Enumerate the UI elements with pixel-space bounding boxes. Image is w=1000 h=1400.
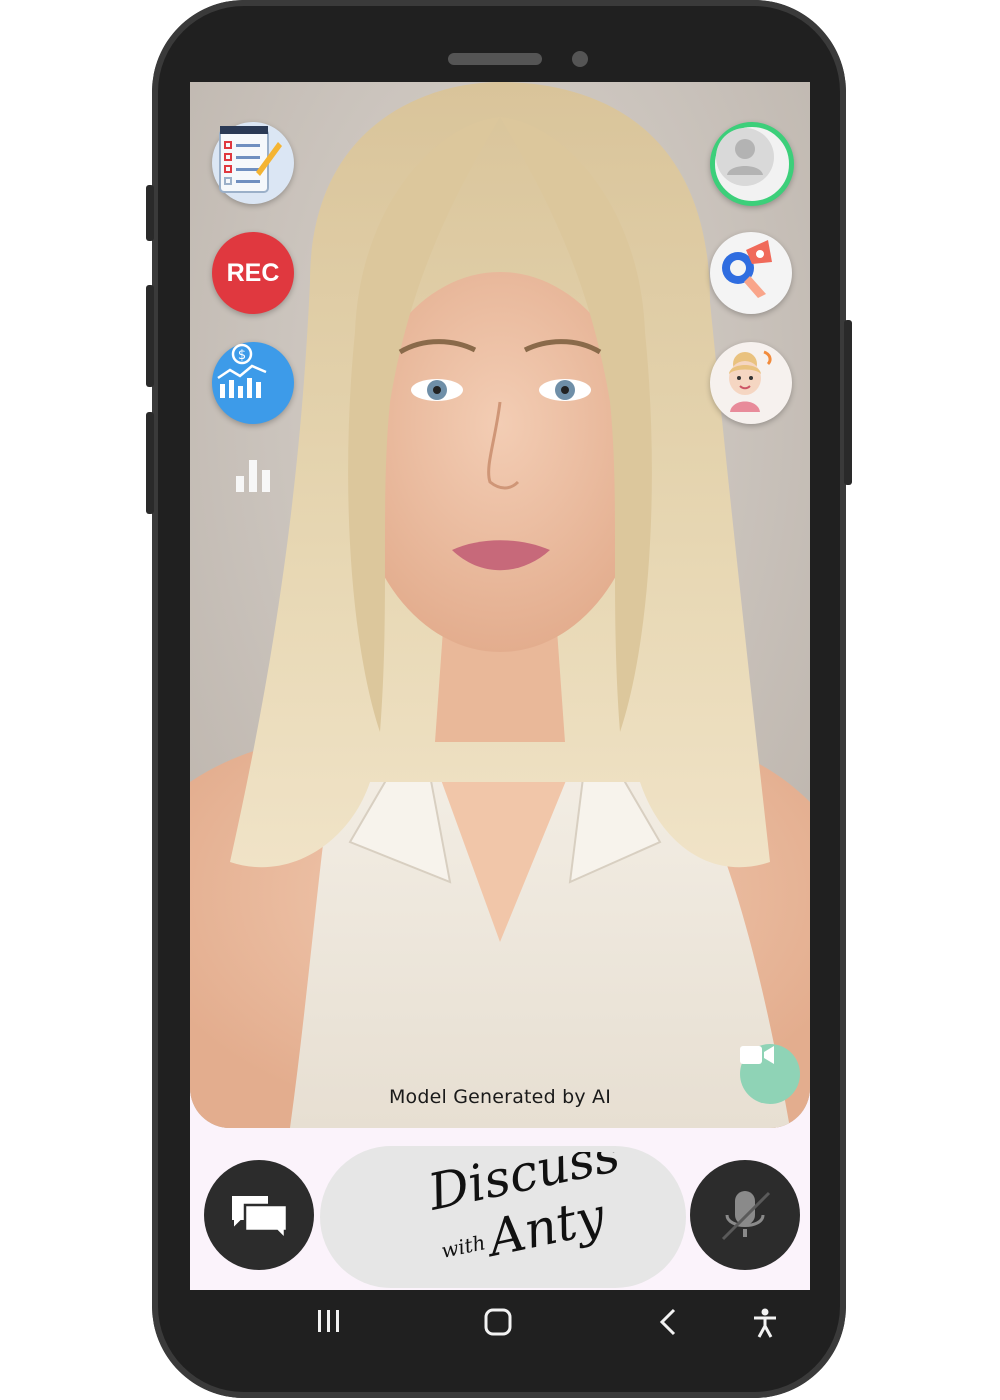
microphone-button[interactable]	[690, 1160, 800, 1270]
accessibility-icon	[754, 1308, 776, 1338]
notepad-checklist-icon	[219, 126, 282, 193]
video-feed: REC $ Model Generated by AI	[190, 82, 810, 1128]
finance-button[interactable]: $	[212, 342, 294, 424]
home-button[interactable]	[484, 1308, 512, 1341]
notes-button[interactable]	[212, 122, 294, 204]
front-camera	[572, 51, 588, 67]
finance-chart-icon: $	[217, 343, 267, 398]
app-screen: REC $ Model Generated by AI Discuss with…	[190, 82, 810, 1290]
recent-apps-button[interactable]	[316, 1308, 342, 1339]
chat-bubbles-icon	[230, 1194, 289, 1241]
svg-text:$: $	[238, 348, 246, 363]
android-nav-bar	[190, 1290, 810, 1360]
phone-speaker	[448, 53, 542, 65]
avatar-girl-icon	[729, 350, 772, 412]
ai-disclaimer-caption: Model Generated by AI	[388, 1086, 612, 1108]
home-icon	[484, 1308, 512, 1336]
phone-volume-up	[146, 285, 154, 387]
back-button[interactable]	[658, 1308, 678, 1341]
chat-button[interactable]	[204, 1160, 314, 1270]
phone-side-button-top	[146, 185, 154, 241]
recent-apps-icon	[318, 1310, 339, 1332]
discuss-with-anty-button[interactable]: Discuss with Anty	[320, 1146, 686, 1288]
bottom-controls: Discuss with Anty	[190, 1144, 810, 1290]
svg-text:with: with	[439, 1230, 487, 1263]
profile-avatar-icon	[716, 128, 774, 186]
back-icon	[659, 1308, 676, 1336]
discuss-with-anty-logo: Discuss with Anty	[422, 1152, 624, 1269]
phone-power-button	[844, 320, 852, 485]
record-button[interactable]: REC	[212, 232, 294, 314]
megaphone-icon	[722, 240, 772, 298]
avatar-switch-button[interactable]	[710, 342, 792, 424]
microphone-muted-icon	[721, 1191, 771, 1241]
phone-volume-down	[146, 412, 154, 514]
video-camera-icon	[740, 1046, 774, 1064]
bar-chart-icon	[236, 460, 270, 492]
accessibility-button[interactable]	[752, 1308, 778, 1343]
rec-label: REC	[226, 258, 280, 287]
announcements-button[interactable]	[710, 232, 792, 314]
profile-button[interactable]	[710, 122, 794, 206]
